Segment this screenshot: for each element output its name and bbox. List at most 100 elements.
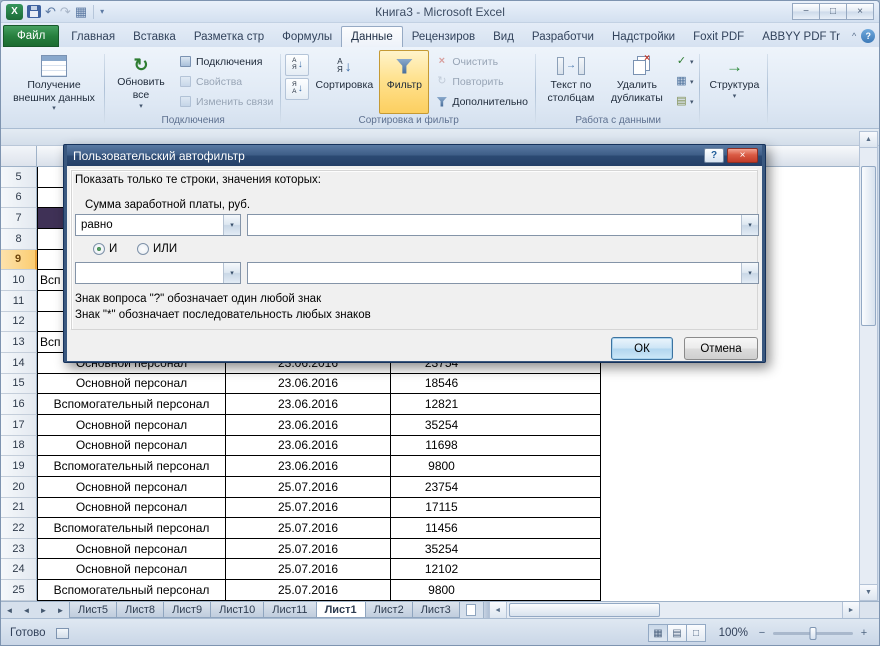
- dialog-title-bar[interactable]: Пользовательский автофильтр ? ×: [67, 145, 762, 166]
- row-header[interactable]: 6: [1, 188, 37, 209]
- cell-date[interactable]: 25.07.2016: [226, 518, 391, 539]
- cell-sliver[interactable]: [37, 188, 63, 209]
- dialog-help-button[interactable]: ?: [704, 148, 724, 163]
- cell-date[interactable]: 23.06.2016: [226, 456, 391, 477]
- cell-empty[interactable]: [601, 518, 859, 539]
- cell-date[interactable]: 25.07.2016: [226, 477, 391, 498]
- edit-links-button[interactable]: Изменить связи: [175, 92, 277, 111]
- cell-personnel[interactable]: Вспомогательный персонал: [37, 394, 226, 415]
- ribbon-tab[interactable]: Рецензиров: [403, 27, 484, 47]
- select-all-corner[interactable]: [1, 146, 37, 166]
- reapply-button[interactable]: ↻ Повторить: [431, 72, 532, 91]
- collapse-ribbon-icon[interactable]: ^: [852, 31, 856, 41]
- cell-date[interactable]: 23.06.2016: [226, 394, 391, 415]
- zoom-out-icon[interactable]: −: [756, 627, 768, 639]
- sheet-tab[interactable]: Лист8: [116, 602, 164, 618]
- undo-icon[interactable]: ↶: [45, 5, 56, 18]
- cell-sliver[interactable]: Всп: [37, 270, 63, 291]
- first-sheet-icon[interactable]: ◄: [1, 602, 18, 618]
- excel-logo-icon[interactable]: X: [6, 4, 23, 20]
- chevron-down-icon[interactable]: ▾: [741, 263, 758, 283]
- ribbon-tab[interactable]: Разработчи: [523, 27, 603, 47]
- page-layout-view-button[interactable]: ▤: [667, 624, 687, 642]
- and-radio[interactable]: И: [93, 243, 117, 255]
- page-break-view-button[interactable]: □: [686, 624, 706, 642]
- cell-empty[interactable]: [601, 394, 859, 415]
- cell-salary[interactable]: 9800: [391, 580, 601, 601]
- redo-icon[interactable]: ↷: [60, 5, 71, 18]
- scroll-down-icon[interactable]: ▼: [860, 584, 877, 600]
- cell-salary[interactable]: 12821: [391, 394, 601, 415]
- clear-filter-button[interactable]: × Очистить: [431, 52, 532, 71]
- cell-empty[interactable]: [601, 580, 859, 601]
- row-header[interactable]: 18: [1, 436, 37, 457]
- cell-salary[interactable]: 18546: [391, 374, 601, 395]
- filter-button[interactable]: Фильтр: [379, 50, 429, 114]
- macro-record-icon[interactable]: [56, 628, 69, 639]
- previous-sheet-icon[interactable]: ◄: [18, 602, 35, 618]
- cell-personnel[interactable]: Основной персонал: [37, 559, 226, 580]
- ribbon-tab[interactable]: Разметка стр: [185, 27, 273, 47]
- cell-date[interactable]: 25.07.2016: [226, 539, 391, 560]
- cell-salary[interactable]: 9800: [391, 456, 601, 477]
- minimize-button[interactable]: −: [792, 3, 820, 20]
- cell-salary[interactable]: 11698: [391, 436, 601, 457]
- sort-descending-button[interactable]: ЯА ↓: [285, 78, 309, 100]
- or-radio[interactable]: ИЛИ: [137, 243, 177, 255]
- cell-sliver[interactable]: Всп: [37, 332, 63, 353]
- sheet-tab[interactable]: Лист9: [163, 602, 211, 618]
- row-header[interactable]: 10: [1, 270, 37, 291]
- chevron-down-icon[interactable]: ▾: [741, 215, 758, 235]
- scroll-right-icon[interactable]: ►: [842, 602, 859, 618]
- get-external-data-button[interactable]: Получение внешних данных ▾: [7, 50, 101, 128]
- zoom-level[interactable]: 100%: [714, 627, 748, 639]
- sheet-tab[interactable]: Лист10: [210, 602, 264, 618]
- row-header[interactable]: 23: [1, 539, 37, 560]
- cell-personnel[interactable]: Основной персонал: [37, 498, 226, 519]
- cell-salary[interactable]: 12102: [391, 559, 601, 580]
- cell-personnel[interactable]: Вспомогательный персонал: [37, 456, 226, 477]
- scroll-up-icon[interactable]: ▲: [860, 132, 877, 148]
- row-header[interactable]: 7: [1, 208, 37, 229]
- insert-sheet-button[interactable]: [459, 602, 483, 618]
- ribbon-tab[interactable]: Вставка: [124, 27, 185, 47]
- vertical-scrollbar[interactable]: ▲ ▼: [859, 131, 878, 601]
- sheet-tab[interactable]: Лист5: [69, 602, 117, 618]
- cell-empty[interactable]: [601, 436, 859, 457]
- ribbon-tab[interactable]: ABBYY PDF Tr: [753, 27, 849, 47]
- cell-sliver[interactable]: [37, 208, 63, 229]
- cell-date[interactable]: 23.06.2016: [226, 436, 391, 457]
- row-header[interactable]: 13: [1, 332, 37, 353]
- cell-personnel[interactable]: Основной персонал: [37, 415, 226, 436]
- horizontal-scroll-thumb[interactable]: [509, 603, 660, 617]
- chevron-down-icon[interactable]: ▾: [223, 263, 240, 283]
- sheet-tab[interactable]: Лист1: [316, 602, 366, 618]
- row-header[interactable]: 24: [1, 559, 37, 580]
- chevron-down-icon[interactable]: ▾: [223, 215, 240, 235]
- remove-duplicates-button[interactable]: × Удалить дубликаты: [604, 50, 670, 114]
- save-icon[interactable]: [27, 5, 41, 18]
- ribbon-tab[interactable]: Foxit PDF: [684, 27, 753, 47]
- grid-icon[interactable]: ▦: [75, 5, 87, 18]
- cell-salary[interactable]: 35254: [391, 539, 601, 560]
- row-header[interactable]: 16: [1, 394, 37, 415]
- horizontal-scroll-track[interactable]: [507, 602, 842, 618]
- cell-empty[interactable]: [601, 415, 859, 436]
- cell-date[interactable]: 25.07.2016: [226, 498, 391, 519]
- connections-button[interactable]: Подключения: [175, 52, 277, 71]
- vertical-scroll-thumb[interactable]: [861, 166, 876, 326]
- row-header[interactable]: 5: [1, 167, 37, 188]
- ribbon-tab[interactable]: Данные: [341, 26, 403, 47]
- cell-empty[interactable]: [601, 374, 859, 395]
- cell-date[interactable]: 23.06.2016: [226, 374, 391, 395]
- refresh-all-button[interactable]: ↻ Обновить все ▾: [109, 50, 173, 114]
- cell-salary[interactable]: 23754: [391, 477, 601, 498]
- zoom-track[interactable]: [773, 632, 853, 635]
- consolidate-button[interactable]: ▦ ▾: [672, 72, 697, 91]
- row-header[interactable]: 17: [1, 415, 37, 436]
- advanced-filter-button[interactable]: Дополнительно: [431, 92, 532, 111]
- cell-sliver[interactable]: [37, 167, 63, 188]
- last-sheet-icon[interactable]: ►: [52, 602, 69, 618]
- close-button[interactable]: ×: [846, 3, 874, 20]
- cell-sliver[interactable]: [37, 250, 63, 271]
